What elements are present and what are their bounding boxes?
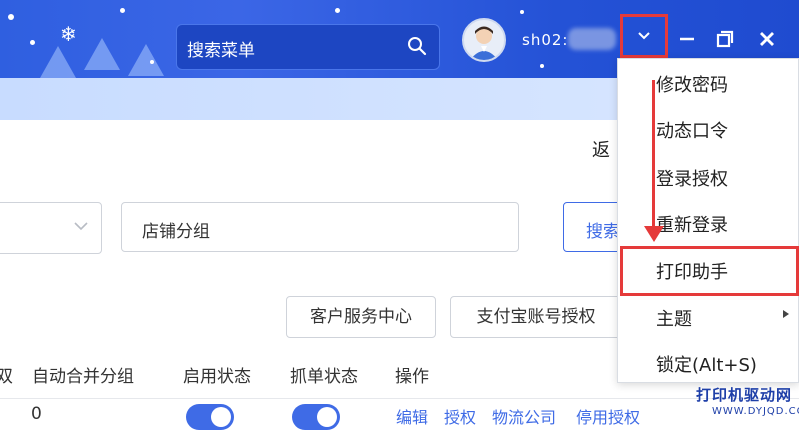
snowflake-dot	[150, 60, 154, 64]
annotation-arrow	[652, 80, 655, 228]
chevron-down-icon	[638, 32, 650, 40]
snowflake-dot	[540, 64, 544, 68]
column-header-auto-merge-group: 自动合并分组	[32, 367, 134, 387]
alipay-authorization-button[interactable]: 支付宝账号授权	[450, 296, 622, 338]
enabled-status-toggle[interactable]	[186, 404, 234, 430]
snowflake-dot	[8, 14, 14, 20]
back-link[interactable]: 返	[592, 136, 610, 162]
user-avatar-icon	[470, 26, 498, 60]
restore-icon[interactable]	[714, 28, 736, 50]
table-divider	[0, 398, 799, 399]
column-header-actions: 操作	[395, 367, 429, 387]
chevron-down-icon	[74, 222, 88, 231]
snowflake-icon: ❄	[60, 22, 77, 46]
submenu-arrow-icon	[783, 310, 789, 318]
store-group-input[interactable]: 店铺分组	[121, 202, 519, 252]
column-header: 双	[0, 367, 13, 387]
column-header-enabled-status: 启用状态	[183, 367, 251, 387]
filter-select[interactable]	[0, 202, 102, 254]
menu-search-box[interactable]: 搜索菜单	[176, 24, 440, 70]
menu-item-login-authorization[interactable]: 登录授权	[656, 165, 728, 191]
close-icon[interactable]	[756, 28, 778, 50]
redacted-username	[568, 28, 616, 50]
menu-item-relogin[interactable]: 重新登录	[656, 211, 728, 237]
snowflake-dot	[120, 8, 125, 13]
snowflake-dot	[520, 10, 524, 14]
menu-search-input[interactable]: 搜索菜单	[187, 36, 255, 61]
merge-group-cell: 0	[31, 404, 42, 424]
menu-item-lock[interactable]: 锁定(Alt+S)	[656, 351, 757, 377]
minimize-icon[interactable]	[676, 28, 698, 50]
fetch-status-toggle[interactable]	[292, 404, 340, 430]
watermark-url: WWW.DYJQD.COM	[712, 406, 799, 417]
user-menu-dropdown-button[interactable]	[620, 14, 668, 58]
search-button-label: 搜索	[586, 222, 620, 242]
authorize-link[interactable]: 授权	[444, 404, 476, 428]
column-header-fetch-status: 抓单状态	[290, 367, 358, 387]
username-label: sh02:	[522, 31, 569, 49]
revoke-authorization-link[interactable]: 停用授权	[576, 404, 640, 428]
logistics-company-link[interactable]: 物流公司	[492, 404, 556, 428]
menu-item-dynamic-token[interactable]: 动态口令	[656, 117, 728, 143]
watermark-title: 打印机驱动网	[696, 386, 793, 404]
tree-decoration	[40, 46, 76, 78]
snowflake-dot	[335, 8, 340, 13]
store-group-placeholder: 店铺分组	[142, 222, 210, 242]
search-icon[interactable]	[407, 36, 427, 56]
annotation-highlight-box	[620, 246, 799, 296]
menu-item-theme[interactable]: 主题	[656, 305, 692, 331]
annotation-arrow-head	[644, 226, 664, 242]
tree-decoration	[128, 44, 164, 76]
tree-decoration	[84, 38, 120, 70]
user-dropdown-menu: 修改密码 动态口令 登录授权 重新登录 打印助手 主题 锁定(Alt+S)	[617, 58, 799, 383]
edit-link[interactable]: 编辑	[396, 404, 428, 428]
avatar[interactable]	[462, 18, 506, 62]
customer-service-center-button[interactable]: 客户服务中心	[286, 296, 436, 338]
menu-item-change-password[interactable]: 修改密码	[656, 71, 728, 97]
snowflake-dot	[30, 40, 35, 45]
